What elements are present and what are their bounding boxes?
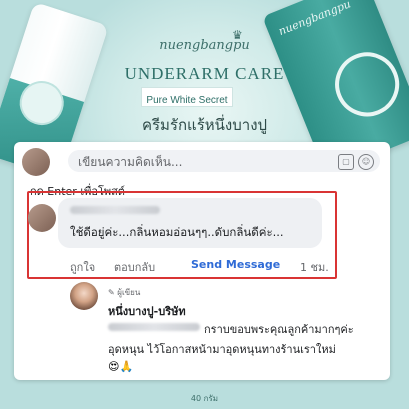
tube-logo: nuengbangpu <box>276 0 353 39</box>
comment-text: ใช้ดีอยู่ค่ะ...กลิ่นหอมอ่อนๆๆ..ดับกลิ่นด… <box>70 225 284 239</box>
product-title: UNDERARM CARE <box>124 64 285 83</box>
sticker-icon[interactable]: ▢ <box>338 154 354 170</box>
viewer-avatar[interactable] <box>22 148 50 176</box>
commenter-name-blurred[interactable] <box>70 206 160 214</box>
tagged-name-blurred[interactable] <box>108 323 200 331</box>
product-weight: 40 กรัม <box>190 394 219 403</box>
product-subtitle-box: Pure White Secret <box>141 87 233 107</box>
comment-input-placeholder: เขียนความคิดเห็น... <box>78 155 183 169</box>
like-link[interactable]: ถูกใจ <box>70 258 95 276</box>
send-message-link[interactable]: Send Message <box>191 258 280 271</box>
brand-logo: nuengbangpu <box>159 38 250 53</box>
comment-input[interactable]: เขียนความคิดเห็น... ▢ ☺ <box>68 150 380 172</box>
facebook-comment-card: เขียนความคิดเห็น... ▢ ☺ กด Enter เพื่อโพ… <box>14 142 390 380</box>
comment-timestamp[interactable]: 1 ชม. <box>300 258 329 276</box>
product-tagline: ครีมรักแร้หนึ่งบางปู <box>141 116 268 134</box>
comment-bubble: ใช้ดีอยู่ค่ะ...กลิ่นหอมอ่อนๆๆ..ดับกลิ่นด… <box>58 198 322 248</box>
crown-icon: ♛ <box>232 28 243 42</box>
emoji-icon[interactable]: ☺ <box>358 154 374 170</box>
author-name[interactable]: หนึ่งบางปู-บริษัท <box>108 302 186 320</box>
reply-emoji: 😍🙏 <box>108 360 134 373</box>
author-badge: ✎ ผู้เขียน <box>108 288 141 297</box>
author-avatar[interactable] <box>70 282 98 310</box>
reply-link[interactable]: ตอบกลับ <box>114 258 155 276</box>
reply-text-line1: กราบขอบพระคุณลูกค้ามากๆค่ะ <box>204 323 354 336</box>
author-badge-label: ผู้เขียน <box>117 288 141 297</box>
product-subtitle: Pure White Secret <box>146 95 228 106</box>
reply-text-line2: อุดหนุน ไว้โอกาสหน้ามาอุดหนุนทางร้านเราใ… <box>108 343 336 356</box>
commenter-avatar[interactable] <box>28 204 56 232</box>
